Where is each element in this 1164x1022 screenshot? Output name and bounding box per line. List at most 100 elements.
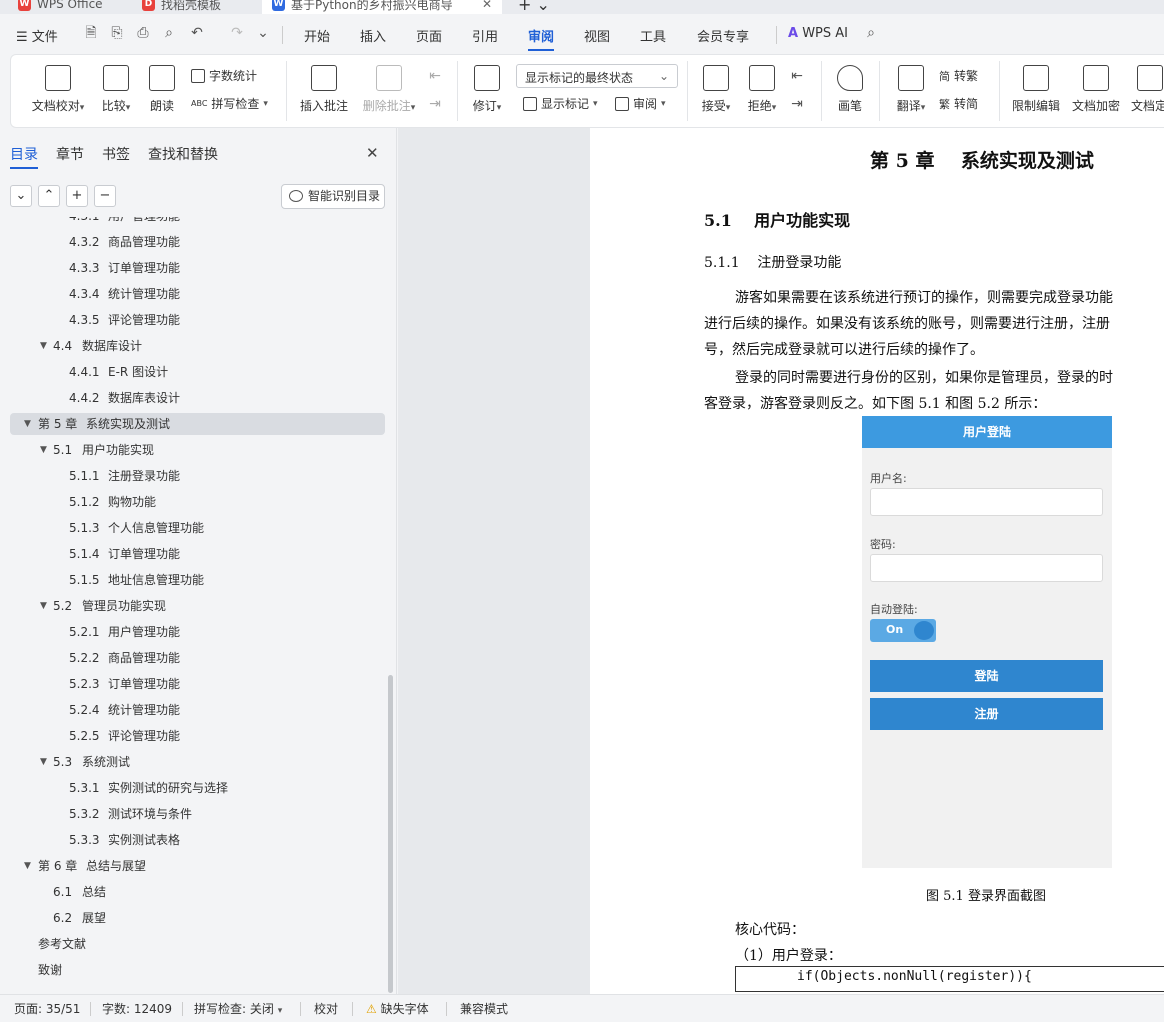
to-simplified-button[interactable]: 繁转简: [939, 95, 978, 112]
undo-icon[interactable]: ↶: [188, 24, 206, 42]
next-change-icon[interactable]: ⇥: [788, 95, 806, 113]
toc-item[interactable]: 5.2.4 统计管理功能: [10, 699, 385, 721]
expand-triangle-icon[interactable]: ▼: [40, 595, 47, 617]
proof-status[interactable]: 校对: [314, 1000, 338, 1017]
add-level-button[interactable]: +: [66, 185, 88, 207]
page-indicator[interactable]: 页面: 35/51: [14, 1000, 80, 1017]
spell-check-button[interactable]: ABC 拼写检查 ▾: [191, 95, 268, 112]
reject-button[interactable]: 拒绝▾: [743, 65, 781, 114]
toc-item[interactable]: 6.1 总结: [10, 881, 385, 903]
doc-encrypt-button[interactable]: 文档加密: [1071, 65, 1121, 114]
accept-button[interactable]: 接受▾: [697, 65, 735, 114]
restrict-edit-button[interactable]: 限制编辑: [1011, 65, 1061, 114]
search-icon[interactable]: ⌕: [862, 24, 880, 42]
doc-encrypt-icon: [1083, 65, 1109, 91]
menu-home[interactable]: 开始: [304, 26, 330, 45]
tab-find-replace[interactable]: 查找和替换: [148, 144, 218, 164]
expand-triangle-icon[interactable]: ▼: [40, 751, 47, 773]
toc-item[interactable]: 参考文献: [10, 933, 385, 955]
revise-button[interactable]: 修订▾: [467, 65, 507, 114]
print-icon[interactable]: ⎙: [134, 24, 152, 42]
toc-item[interactable]: 4.4.1 E-R 图设计: [10, 361, 385, 383]
expand-triangle-icon[interactable]: ▼: [24, 855, 31, 877]
word-count-button[interactable]: 字数统计: [191, 67, 257, 84]
menu-review[interactable]: 审阅: [528, 26, 555, 51]
toc-item[interactable]: ▼ 5.3 系统测试: [10, 751, 385, 773]
toc-item[interactable]: 5.3.1 实例测试的研究与选择: [10, 777, 385, 799]
toc-item[interactable]: 4.3.2 商品管理功能: [10, 231, 385, 253]
sidebar-scrollbar[interactable]: [388, 675, 393, 993]
tab-toc[interactable]: 目录: [10, 144, 38, 169]
pen-button[interactable]: 画笔: [835, 65, 865, 114]
show-markup-button[interactable]: 显示标记 ▾: [523, 95, 598, 112]
translate-button[interactable]: 翻译▾: [891, 65, 931, 114]
tab-wps-office[interactable]: W WPS Office: [8, 0, 113, 14]
collapse-up-button[interactable]: ⌃: [38, 185, 60, 207]
redo-icon[interactable]: ↷: [228, 24, 246, 42]
more-quick-actions-icon[interactable]: ⌄: [254, 24, 272, 42]
toc-item[interactable]: 5.3.3 实例测试表格: [10, 829, 385, 851]
doc-final-button[interactable]: 文档定: [1131, 65, 1164, 114]
save-icon[interactable]: 🗎: [82, 24, 100, 42]
doc-proofread-button[interactable]: 文档校对▾: [27, 65, 89, 114]
toc-item[interactable]: 4.3.4 统计管理功能: [10, 283, 385, 305]
toc-item[interactable]: 4.3.1 用户管理功能: [10, 217, 385, 227]
markup-state-dropdown[interactable]: 显示标记的最终状态 ⌄: [516, 64, 678, 88]
toc-item[interactable]: 4.4.2 数据库表设计: [10, 387, 385, 409]
toc-item[interactable]: 5.2.1 用户管理功能: [10, 621, 385, 643]
menu-tools[interactable]: 工具: [640, 26, 666, 45]
menu-insert[interactable]: 插入: [360, 26, 386, 45]
tab-bookmarks[interactable]: 书签: [102, 144, 130, 164]
next-comment-icon[interactable]: ⇥: [426, 95, 444, 113]
close-tab-icon[interactable]: ✕: [482, 0, 492, 11]
toc-item[interactable]: 5.1.2 购物功能: [10, 491, 385, 513]
toc-item[interactable]: 5.1.1 注册登录功能: [10, 465, 385, 487]
toc-item[interactable]: 5.2.2 商品管理功能: [10, 647, 385, 669]
toc-item[interactable]: ▼ 4.4 数据库设计: [10, 335, 385, 357]
file-menu[interactable]: ☰ 文件: [16, 26, 58, 45]
toc-item[interactable]: ▼ 5.2 管理员功能实现: [10, 595, 385, 617]
toc-item[interactable]: 5.3.2 测试环境与条件: [10, 803, 385, 825]
previous-change-icon[interactable]: ⇤: [788, 67, 806, 85]
toc-item[interactable]: 致谢: [10, 959, 385, 981]
delete-comment-button[interactable]: 删除批注▾: [359, 65, 419, 114]
to-traditional-button[interactable]: 简转繁: [939, 67, 978, 84]
toc-item[interactable]: 5.2.3 订单管理功能: [10, 673, 385, 695]
wps-ai-button[interactable]: A WPS AI: [788, 26, 848, 41]
missing-font-status[interactable]: ⚠ 缺失字体: [366, 1000, 429, 1017]
remove-level-button[interactable]: −: [94, 185, 116, 207]
compare-button[interactable]: 比较▾: [97, 65, 135, 114]
toc-item[interactable]: 4.3.5 评论管理功能: [10, 309, 385, 331]
toc-item[interactable]: 6.2 展望: [10, 907, 385, 929]
close-pane-icon[interactable]: ✕: [366, 144, 379, 162]
new-tab-button[interactable]: + ⌄: [508, 0, 560, 14]
menu-references[interactable]: 引用: [472, 26, 498, 45]
menu-view[interactable]: 视图: [584, 26, 610, 45]
expand-triangle-icon[interactable]: ▼: [40, 439, 47, 461]
spell-check-status[interactable]: 拼写检查: 关闭 ▾: [194, 1000, 282, 1017]
menu-member[interactable]: 会员专享: [697, 26, 749, 45]
toc-item[interactable]: ▼ 第 6 章总结与展望: [10, 855, 385, 877]
toc-item[interactable]: 5.1.5 地址信息管理功能: [10, 569, 385, 591]
expand-triangle-icon[interactable]: ▼: [24, 413, 31, 435]
previous-comment-icon[interactable]: ⇤: [426, 67, 444, 85]
expand-down-button[interactable]: ⌄: [10, 185, 32, 207]
tab-current-document[interactable]: W 基于Python的乡村振兴电商导 ✕: [262, 0, 502, 14]
tab-docer[interactable]: D 找稻壳模板: [132, 0, 252, 14]
toc-item[interactable]: 5.2.5 评论管理功能: [10, 725, 385, 747]
toc-item[interactable]: 4.3.3 订单管理功能: [10, 257, 385, 279]
toc-item[interactable]: ▼ 第 5 章系统实现及测试: [10, 413, 385, 435]
print-preview-icon[interactable]: ⌕: [160, 24, 178, 42]
toc-item[interactable]: 5.1.4 订单管理功能: [10, 543, 385, 565]
expand-triangle-icon[interactable]: ▼: [40, 335, 47, 357]
smart-toc-button[interactable]: 智能识别目录: [281, 184, 385, 209]
toc-item[interactable]: 5.1.3 个人信息管理功能: [10, 517, 385, 539]
export-icon[interactable]: ⎘: [108, 24, 126, 42]
tab-chapters[interactable]: 章节: [56, 144, 84, 164]
insert-comment-button[interactable]: 插入批注: [297, 65, 351, 114]
word-count-indicator[interactable]: 字数: 12409: [102, 1000, 172, 1017]
menu-page[interactable]: 页面: [416, 26, 442, 45]
read-aloud-button[interactable]: 朗读: [147, 65, 177, 114]
review-pane-button[interactable]: 审阅 ▾: [615, 95, 666, 112]
toc-item[interactable]: ▼ 5.1 用户功能实现: [10, 439, 385, 461]
